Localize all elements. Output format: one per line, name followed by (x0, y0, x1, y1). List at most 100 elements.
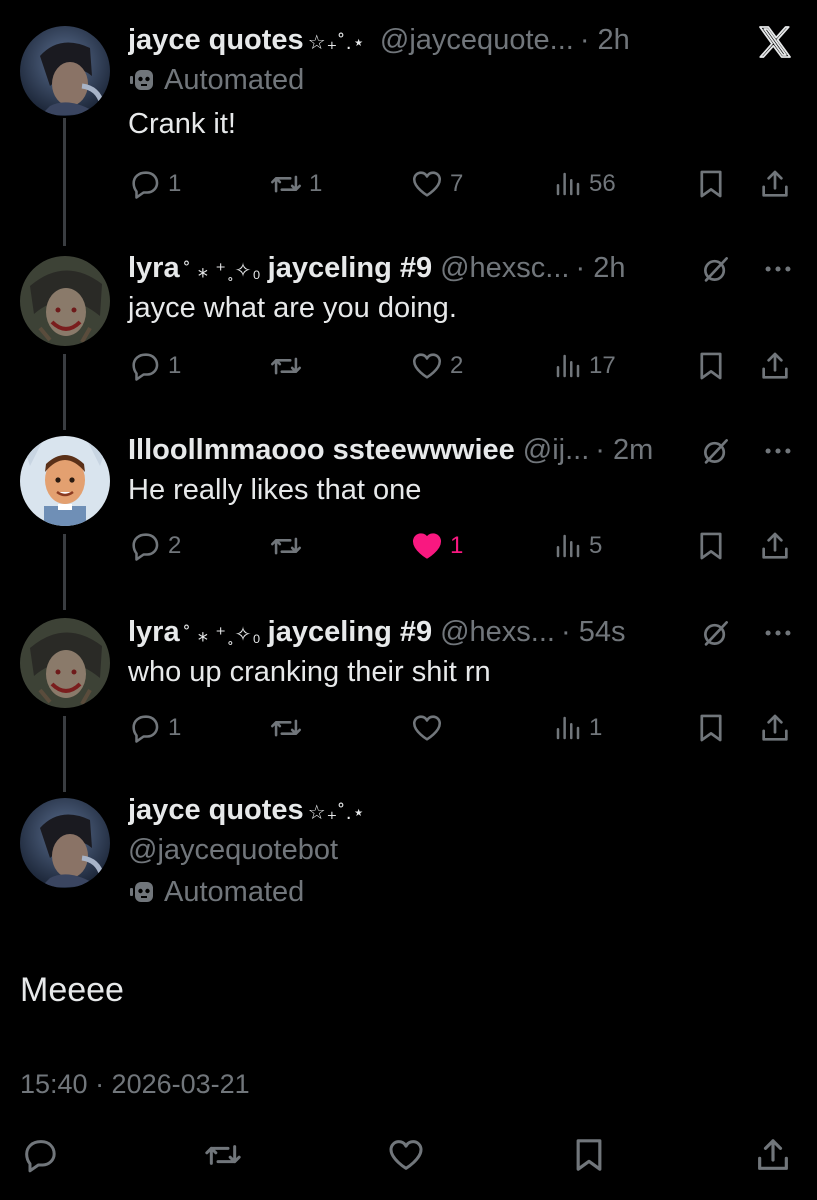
automated-text: Automated (164, 876, 305, 908)
display-name[interactable]: jayce quotes (128, 20, 304, 60)
repost-icon (205, 1145, 241, 1165)
name-decoration: ˚ ⁎ ⁺˳✧₀ (183, 624, 262, 646)
avatar[interactable] (20, 26, 110, 116)
avatar[interactable] (20, 436, 110, 526)
bookmark-button[interactable] (694, 346, 728, 386)
repost-icon (270, 537, 302, 555)
more-options-icon[interactable] (761, 252, 795, 286)
avatar[interactable] (20, 618, 110, 708)
post-time[interactable]: · 2h (580, 20, 630, 60)
automated-label[interactable]: Automated (128, 60, 797, 100)
reply-button[interactable]: 1 (128, 346, 181, 386)
like-button[interactable]: 2 (410, 346, 463, 386)
post-actions: 1 1 (128, 708, 798, 748)
post-actions: 2 1 5 (128, 526, 798, 566)
user-handle[interactable]: @jaycequote... (380, 20, 574, 60)
thread-line (63, 716, 66, 792)
heart-icon (412, 715, 442, 741)
user-handle[interactable]: @ij... (523, 430, 590, 470)
reply-icon (132, 715, 159, 743)
reply-icon (132, 533, 159, 561)
reply-icon (25, 1140, 56, 1173)
post-header: Illoollmmaooo ssteewwwiee @ij... · 2m (128, 430, 797, 470)
share-button[interactable] (758, 346, 792, 386)
bookmark-icon (700, 352, 722, 380)
like-button[interactable] (410, 708, 450, 748)
avatar[interactable] (20, 798, 110, 888)
post-actions: 1 1 7 56 (128, 164, 798, 204)
share-icon (762, 532, 788, 559)
repost-button[interactable] (269, 346, 309, 386)
reply-button[interactable]: 1 (128, 164, 181, 204)
like-button[interactable]: 1 (410, 526, 463, 566)
post-time[interactable]: · 54s (561, 612, 625, 652)
like-button[interactable]: 7 (410, 164, 463, 204)
post-menu-group (699, 434, 795, 468)
share-icon (762, 352, 788, 379)
repost-button[interactable] (269, 526, 309, 566)
reply-button[interactable]: 1 (128, 708, 181, 748)
bookmark-button[interactable] (694, 526, 728, 566)
share-icon (758, 1139, 788, 1170)
automated-label[interactable]: Automated (128, 872, 797, 912)
thread-view: jayce quotes ☆₊˚.⋆ @jaycequote... · 2h A… (0, 0, 817, 1200)
post-time[interactable]: · 2h (575, 248, 625, 288)
main-post-actions (0, 1130, 817, 1180)
repost-button[interactable] (203, 1135, 243, 1175)
bookmark-icon (576, 1139, 602, 1171)
heart-icon (389, 1140, 423, 1170)
post-text: who up cranking their shit rn (128, 656, 491, 688)
views-icon (556, 172, 580, 196)
views-button[interactable]: 56 (553, 164, 616, 204)
display-name[interactable]: lyra (128, 612, 180, 652)
repost-count: 1 (309, 170, 323, 197)
thread-line (63, 354, 66, 430)
user-handle[interactable]: @hexs... (440, 612, 555, 652)
user-handle[interactable]: @jaycequotebot (128, 830, 338, 870)
post-header: lyra ˚ ⁎ ⁺˳✧₀ jayceling #9 @hexsc... · 2… (128, 248, 797, 288)
reply-button[interactable] (20, 1135, 60, 1175)
share-button[interactable] (758, 708, 792, 748)
reply-count: 2 (168, 532, 182, 559)
more-options-icon[interactable] (761, 434, 795, 468)
grok-icon[interactable] (699, 616, 733, 650)
share-button[interactable] (758, 526, 792, 566)
views-button[interactable]: 5 (553, 526, 602, 566)
repost-button[interactable] (269, 708, 309, 748)
views-button[interactable]: 1 (553, 708, 602, 748)
user-handle[interactable]: @hexsc... (440, 248, 569, 288)
post-actions: 1 2 17 (128, 346, 798, 386)
grok-icon[interactable] (699, 252, 733, 286)
repost-icon (270, 175, 302, 193)
more-options-icon[interactable] (761, 616, 795, 650)
post-timestamp[interactable]: 15:40 · 2026-03-21 (20, 1066, 250, 1102)
handle-line: @jaycequotebot (128, 830, 797, 870)
bookmark-button[interactable] (694, 164, 728, 204)
post-time[interactable]: · 2m (595, 430, 653, 470)
bookmark-button[interactable] (569, 1135, 609, 1175)
views-button[interactable]: 17 (553, 346, 616, 386)
like-button[interactable] (386, 1135, 426, 1175)
share-button[interactable] (758, 164, 792, 204)
view-count: 17 (589, 352, 616, 379)
bookmark-button[interactable] (694, 708, 728, 748)
like-count: 2 (450, 352, 464, 379)
display-name-suffix[interactable]: jayceling #9 (268, 248, 432, 288)
view-count: 56 (589, 170, 616, 197)
display-name[interactable]: Illoollmmaooo ssteewwwiee (128, 430, 515, 470)
display-name-suffix[interactable]: jayceling #9 (268, 612, 432, 652)
share-icon (762, 170, 788, 197)
reply-button[interactable]: 2 (128, 526, 181, 566)
thread-line (63, 534, 66, 610)
repost-button[interactable]: 1 (269, 164, 322, 204)
post-text: Crank it! (128, 108, 236, 140)
display-name[interactable]: lyra (128, 248, 180, 288)
views-icon (556, 534, 580, 558)
grok-icon[interactable] (699, 434, 733, 468)
reply-icon (132, 171, 159, 199)
reply-icon (132, 353, 159, 381)
display-name[interactable]: jayce quotes (128, 790, 304, 830)
bot-icon (130, 882, 153, 902)
avatar[interactable] (20, 256, 110, 346)
share-button[interactable] (753, 1135, 793, 1175)
